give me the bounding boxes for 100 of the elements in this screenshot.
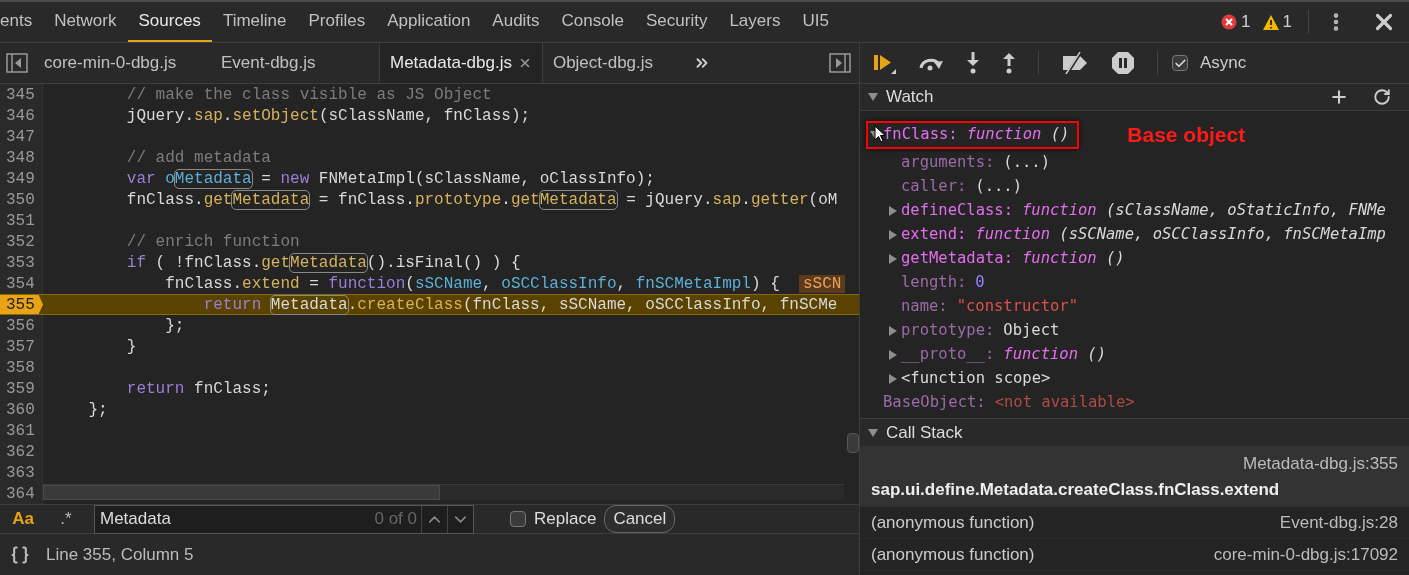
panel-tab[interactable]: Network [43, 2, 128, 42]
panel-tab[interactable]: UI5 [791, 2, 840, 42]
file-tab[interactable]: Object-dbg.js [542, 43, 664, 83]
pretty-print-icon[interactable] [10, 544, 30, 565]
property-name[interactable]: arguments: [901, 150, 995, 175]
expand-triangle-icon[interactable] [888, 373, 898, 384]
expand-triangle-icon[interactable] [888, 253, 898, 264]
line-number[interactable]: 359 [0, 378, 43, 399]
line-number[interactable]: 348 [0, 147, 43, 168]
call-stack-header[interactable]: Call Stack [860, 419, 1409, 447]
property-name[interactable]: getMetadata: [901, 246, 1013, 271]
line-number[interactable]: 361 [0, 420, 43, 441]
line-number[interactable]: 363 [0, 462, 43, 483]
replace-label: Replace [534, 508, 597, 531]
property-value: function () [1003, 343, 1106, 365]
resume-icon[interactable] [872, 52, 896, 74]
property-value: (...) [1003, 151, 1050, 173]
line-number[interactable]: 360 [0, 399, 43, 420]
code-line: // add metadata [125, 147, 271, 169]
property-value: 0 [975, 271, 985, 293]
line-number[interactable]: 347 [0, 126, 43, 147]
cancel-button[interactable]: Cancel [604, 505, 676, 533]
property-value: function (sSCName, oSCClassInfo, fnSCMetaImp [975, 223, 1386, 245]
line-number[interactable]: 355 [0, 295, 43, 314]
match-case-toggle[interactable]: Aa [8, 506, 38, 532]
line-number[interactable]: 357 [0, 336, 43, 357]
line-number[interactable]: 354 [0, 273, 43, 294]
expand-triangle-icon[interactable] [888, 205, 898, 216]
line-number[interactable]: 346 [0, 105, 43, 126]
toggle-debugger-icon[interactable] [829, 53, 851, 73]
panel-tab[interactable]: Console [550, 2, 635, 42]
line-number[interactable]: 356 [0, 315, 43, 336]
expand-triangle-icon[interactable] [888, 229, 898, 240]
line-number[interactable]: 349 [0, 168, 43, 189]
property-value: (...) [975, 175, 1022, 197]
code-line: return Metadata.createClass(fnClass, sSCName, oSCClassInfo, fnSCMe [202, 294, 838, 316]
file-tab[interactable]: Event-dbg.js [211, 43, 379, 83]
property-name[interactable]: name: [901, 294, 948, 319]
warning-icon [1262, 14, 1279, 30]
property-value: function (sClassName, oStaticInfo, FNMe [1022, 199, 1386, 221]
panel-tab[interactable]: Profiles [297, 2, 377, 42]
line-number[interactable]: 345 [0, 84, 43, 105]
horizontal-scrollbar[interactable] [43, 484, 844, 500]
expand-triangle-icon[interactable] [888, 325, 898, 336]
add-expression-icon[interactable] [1329, 87, 1349, 107]
expand-triangle-icon[interactable] [888, 349, 898, 360]
call-stack-frame[interactable]: (anonymous function) Event-dbg.js:28 [860, 507, 1409, 539]
pause-on-exceptions-icon[interactable] [1111, 51, 1135, 75]
deactivate-breakpoints-icon[interactable] [1061, 52, 1089, 74]
match-count: 0 of 0 [374, 508, 417, 531]
step-into-icon[interactable] [966, 52, 980, 74]
panel-tab[interactable]: Application [376, 2, 482, 42]
code-line: return fnClass; [125, 378, 271, 400]
replace-checkbox[interactable] [510, 511, 526, 527]
property-value: function () [1022, 247, 1125, 269]
search-box[interactable]: Metadata 0 of 0 [94, 504, 474, 534]
panel-tab[interactable]: ents [0, 2, 44, 42]
collapse-triangle-icon[interactable] [868, 92, 878, 102]
property-name[interactable]: __proto__: [901, 342, 995, 367]
property-name[interactable]: BaseObject: [883, 390, 986, 415]
line-number[interactable]: 353 [0, 252, 43, 273]
property-name[interactable]: defineClass: [901, 198, 1013, 223]
panel-tab[interactable]: Timeline [211, 2, 298, 42]
mouse-pointer-icon [874, 124, 886, 143]
property-name[interactable]: extend: [901, 222, 967, 247]
code-line: }; [164, 315, 185, 337]
line-number[interactable]: 352 [0, 231, 43, 252]
line-number[interactable]: 350 [0, 189, 43, 210]
collapse-triangle-icon[interactable] [868, 427, 878, 438]
search-field[interactable]: Metadata [95, 506, 375, 532]
step-out-icon[interactable] [1002, 52, 1016, 74]
regex-toggle[interactable]: .* [46, 506, 86, 532]
panel-tab[interactable]: Security [634, 2, 719, 42]
code-line: }; [87, 399, 108, 421]
line-number[interactable]: 362 [0, 441, 43, 462]
toggle-navigator-icon[interactable] [6, 53, 28, 73]
property-value: "constructor" [956, 295, 1078, 317]
refresh-icon[interactable] [1373, 88, 1391, 106]
file-tab[interactable]: core-min-0-dbg.js [34, 43, 211, 83]
property-name[interactable]: length: [901, 270, 967, 295]
line-number[interactable]: 358 [0, 357, 43, 378]
line-number[interactable]: 364 [0, 483, 43, 504]
panel-tab[interactable]: Layers [718, 2, 792, 42]
cursor-position: Line 355, Column 5 [46, 543, 194, 566]
property-name[interactable]: prototype: [901, 318, 995, 343]
panel-tab[interactable]: Audits [481, 2, 551, 42]
file-tab[interactable]: Metadata-dbg.js [379, 43, 543, 83]
async-checkbox[interactable] [1172, 55, 1188, 71]
call-stack-frame[interactable]: Metadata-dbg.js:355 sap.ui.define.Metadata.createClass.fnClass.extend [860, 447, 1409, 507]
code-line: // make the class visible as JS Object [125, 84, 492, 106]
property-value: <not available> [994, 391, 1135, 413]
property-name[interactable]: <function scope> [901, 366, 1051, 391]
call-stack-frame[interactable]: (anonymous function) core-min-0-dbg.js:17092 [860, 539, 1409, 571]
line-number[interactable]: 351 [0, 210, 43, 231]
error-count: 1 [1241, 11, 1251, 34]
watch-header[interactable]: Watch [860, 84, 1409, 111]
property-name[interactable]: caller: [901, 174, 967, 199]
vertical-scrollbar-thumb[interactable] [847, 433, 859, 453]
code-line: fnClass.extend = function(sSCName, oSCClassInfo, fnSCMetaImpl) { sSCN [43, 271, 846, 296]
property-value: Object [1003, 319, 1060, 341]
